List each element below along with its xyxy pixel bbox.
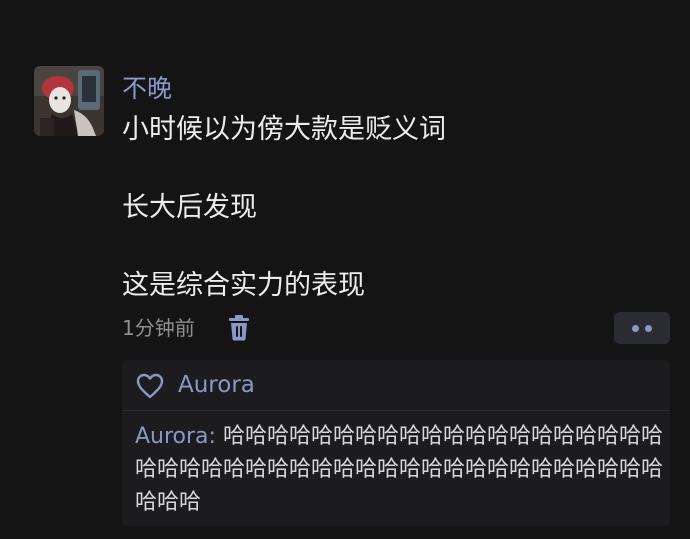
username[interactable]: 不晚 (122, 72, 172, 106)
post-line: 小时候以为傍大款是贬义词 (122, 114, 446, 145)
liker-name[interactable]: Aurora (178, 368, 255, 402)
post-line-blank (122, 228, 662, 266)
post-line: 这是综合实力的表现 (122, 270, 365, 301)
reply-author[interactable]: Aurora (135, 424, 209, 449)
more-dots-icon (645, 325, 652, 332)
more-options-button[interactable] (614, 312, 670, 344)
post-page: 不晚 小时候以为傍大款是贬义词 长大后发现 这是综合实力的表现 1分钟前 Aur… (0, 0, 690, 539)
interaction-panel: Aurora Aurora: 哈哈哈哈哈哈哈哈哈哈哈哈哈哈哈哈哈哈哈哈哈哈哈哈哈… (122, 360, 670, 526)
trash-icon[interactable] (227, 315, 251, 341)
avatar[interactable] (34, 66, 104, 136)
more-dots-icon (632, 325, 639, 332)
heart-outline-icon[interactable] (136, 373, 164, 399)
post-content: 小时候以为傍大款是贬义词 长大后发现 这是综合实力的表现 (122, 110, 662, 306)
reply-comment: Aurora: 哈哈哈哈哈哈哈哈哈哈哈哈哈哈哈哈哈哈哈哈哈哈哈哈哈哈哈哈哈哈哈哈… (135, 420, 665, 519)
likes-row: Aurora (122, 360, 670, 411)
post-line-blank (122, 150, 662, 188)
post-line: 长大后发现 (122, 192, 257, 223)
post-timestamp: 1分钟前 (122, 316, 195, 340)
reply-separator: : (208, 424, 223, 449)
avatar-image (34, 66, 104, 136)
